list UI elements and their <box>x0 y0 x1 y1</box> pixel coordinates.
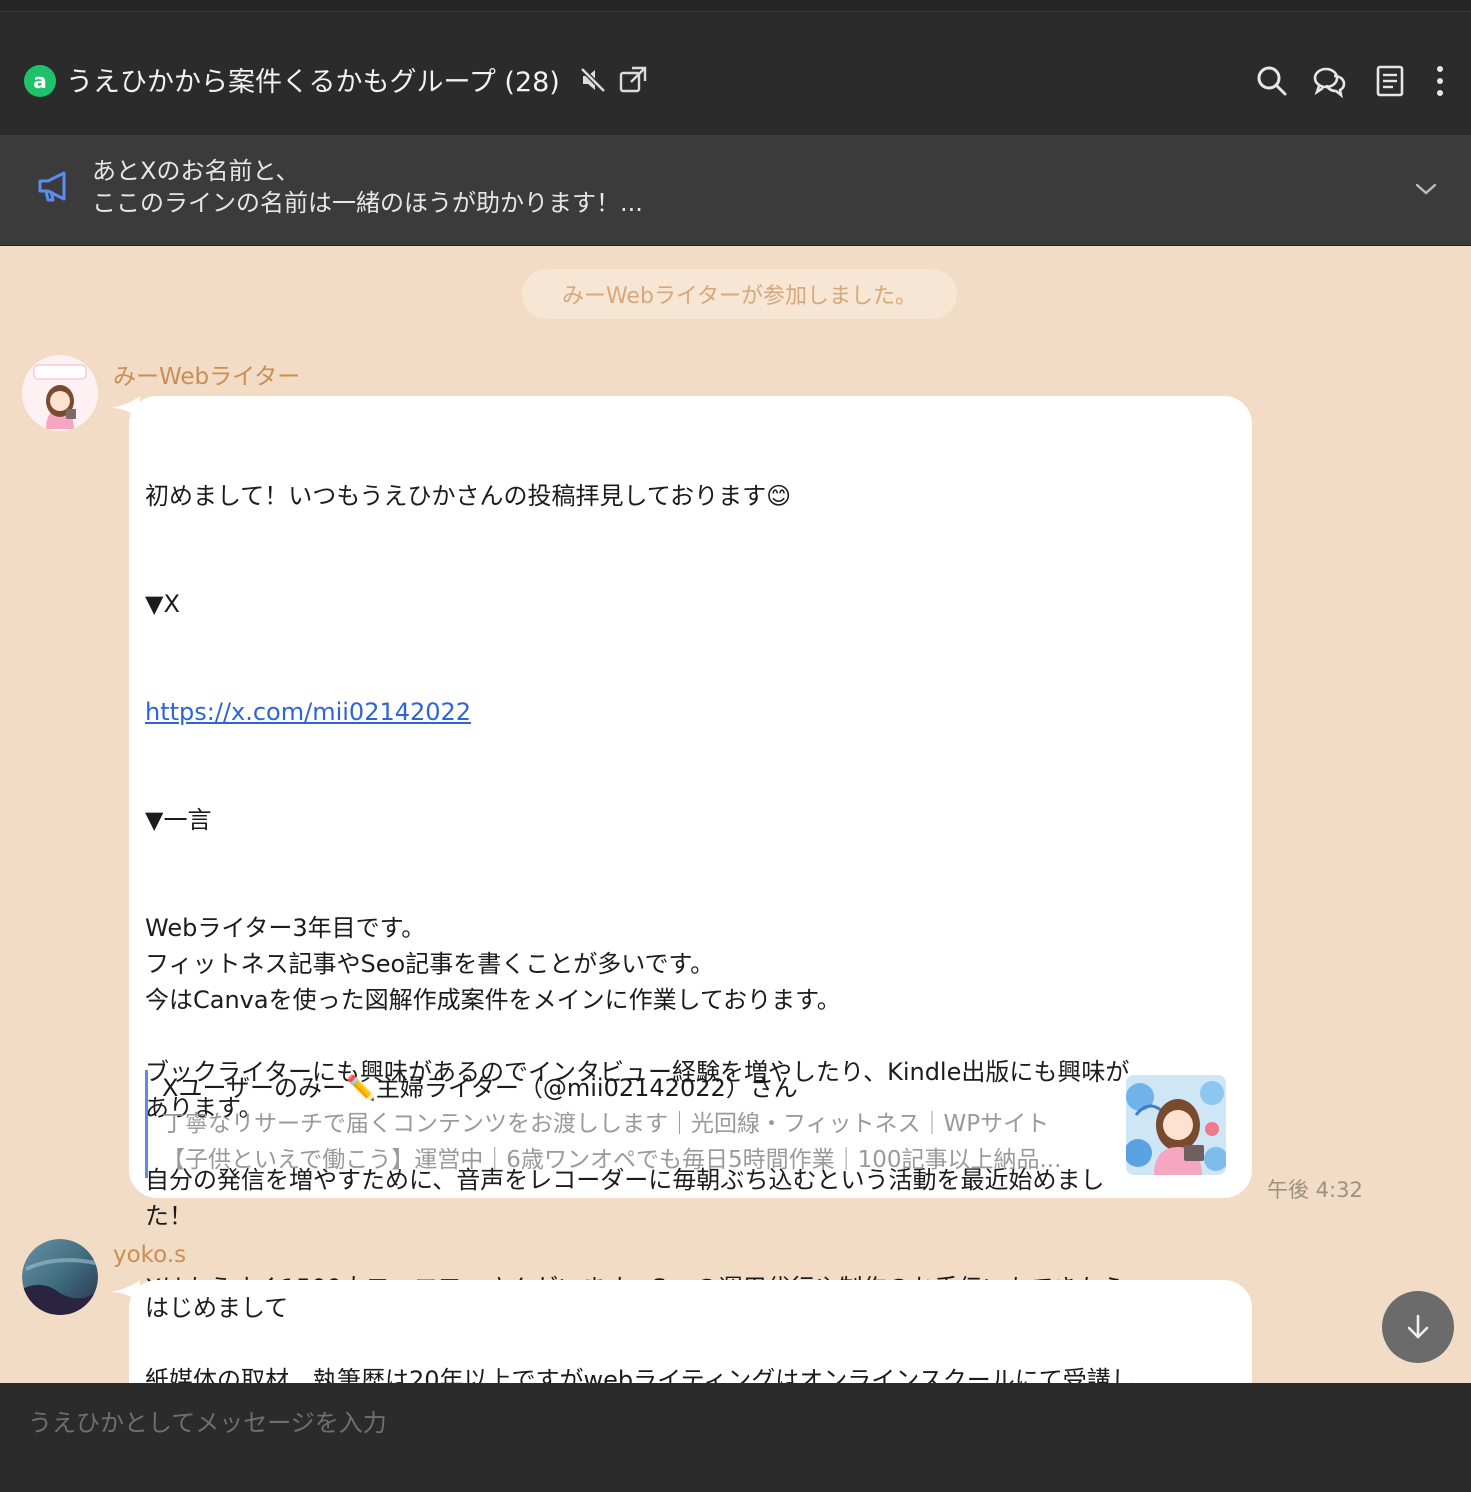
room-title[interactable]: うえひかから案件くるかもグループ (28) <box>66 60 560 99</box>
link-preview-desc-1: 丁寧なリサーチで届くコンテンツをお渡しします｜光回線・フィットネス｜WPサイト <box>162 1111 1050 1137</box>
scroll-to-bottom-button[interactable] <box>1382 1291 1454 1363</box>
message-composer <box>0 1383 1471 1492</box>
announcement-text: あとXのお名前と、 ここのラインの名前は一緒のほうが助かります！... <box>92 155 643 219</box>
room-badge-icon: a <box>24 65 56 97</box>
avatar[interactable] <box>22 355 98 431</box>
announcement-line-1: あとXのお名前と、 <box>92 157 300 185</box>
mute-icon[interactable] <box>578 65 608 95</box>
message-timestamp: 午後 4:32 <box>1267 1178 1363 1202</box>
message-bubble[interactable]: 初めまして！いつもうえひかさんの投稿拝見しております😊 ▼X https://x… <box>129 396 1252 1410</box>
window-top-strip <box>0 0 1471 12</box>
link-preview-title: Xユーザーのみー✏️主婦ライター（@mii02142022）さん <box>162 1074 798 1102</box>
profile-link[interactable]: https://x.com/mii02142022 <box>145 698 471 726</box>
avatar-illustration <box>22 355 98 431</box>
message-input[interactable] <box>28 1403 1428 1443</box>
announcement-line-2: ここのラインの名前は一緒のほうが助かります！... <box>92 189 643 217</box>
more-vertical-icon[interactable] <box>1423 64 1457 98</box>
arrow-down-icon <box>1407 1314 1429 1339</box>
sender-name: yoko.s <box>113 1242 187 1268</box>
message-line-x-header: ▼X <box>145 590 180 618</box>
message-line: はじめまして <box>145 1294 289 1322</box>
search-icon[interactable] <box>1255 64 1289 98</box>
note-icon[interactable] <box>1373 64 1407 98</box>
system-message: みーWebライターが参加しました。 <box>522 269 957 319</box>
chevron-down-icon[interactable] <box>1414 179 1438 199</box>
link-preview-desc-2: 【子供といえで働こう】運営中｜6歳ワンオペでも毎日5時間作業｜100記事以上納品… <box>162 1147 1062 1173</box>
message-line-comment-header: ▼一言 <box>145 806 212 834</box>
message-line-greeting: 初めまして！いつもうえひかさんの投稿拝見しております <box>145 482 767 510</box>
message-body: はじめまして 紙媒体の取材、執筆歴は20年以上ですがwebライティングはオンライ… <box>145 1290 1235 1398</box>
sender-name: みーWebライター <box>113 364 301 390</box>
smile-emoji-icon: 😊 <box>766 482 792 510</box>
avatar-photo <box>22 1239 98 1315</box>
announcement-bar[interactable]: あとXのお名前と、 ここのラインの名前は一緒のほうが助かります！... <box>0 135 1471 246</box>
megaphone-icon <box>38 171 66 202</box>
chat-bubbles-icon[interactable] <box>1312 64 1346 98</box>
chat-header: a うえひかから案件くるかもグループ (28) <box>0 12 1471 135</box>
avatar[interactable] <box>22 1239 98 1315</box>
external-window-icon[interactable] <box>618 65 648 95</box>
link-preview-thumbnail[interactable] <box>1126 1075 1226 1175</box>
link-preview[interactable]: Xユーザーのみー✏️主婦ライター（@mii02142022）さん 丁寧なリサーチ… <box>145 1070 1061 1178</box>
